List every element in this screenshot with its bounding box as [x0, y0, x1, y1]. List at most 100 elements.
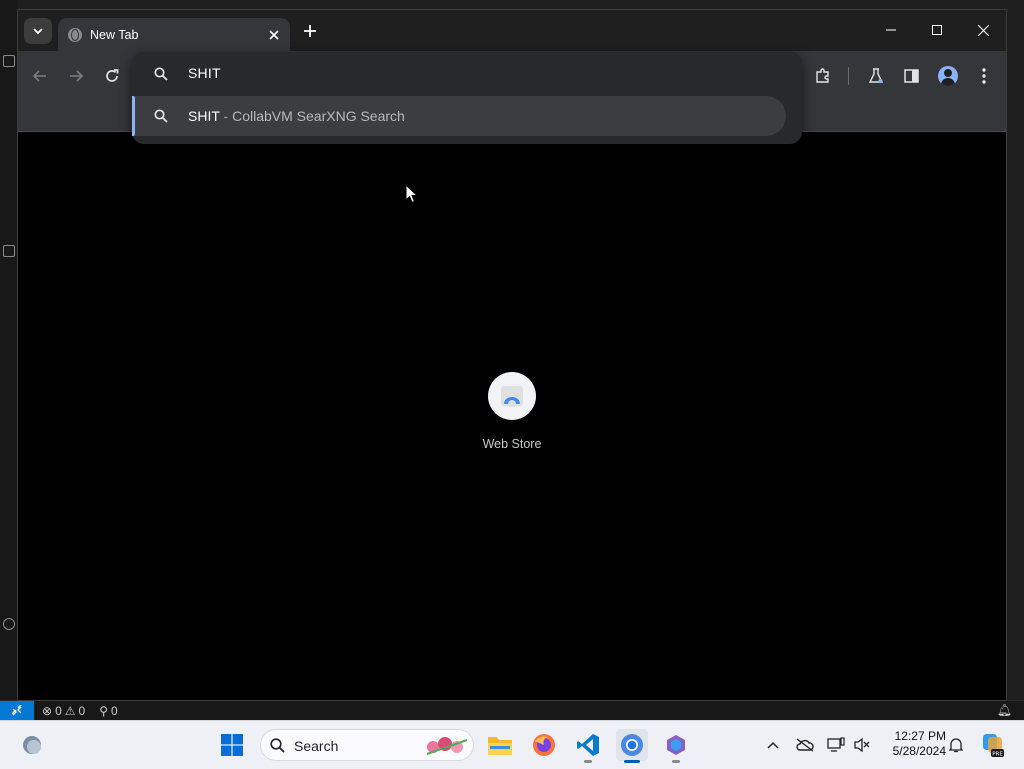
- close-window-button[interactable]: [965, 16, 1001, 44]
- vscode-button[interactable]: [572, 729, 604, 763]
- more-vert-icon: [982, 68, 986, 84]
- search-icon: [154, 109, 168, 123]
- search-icon: [270, 738, 285, 753]
- minimize-button[interactable]: [873, 16, 909, 44]
- remote-icon: [11, 705, 23, 716]
- selection-indicator: [132, 96, 135, 136]
- omnibox-input[interactable]: SHIT: [132, 52, 802, 96]
- arrow-right-icon: [70, 70, 83, 82]
- windows-logo-icon: [221, 734, 243, 756]
- warning-count: 0: [78, 704, 86, 718]
- vscode-status-bar: ⊗ 0 ⚠ 0 ⚲ 0 🔔︎: [0, 700, 1024, 721]
- new-tab-button[interactable]: [298, 20, 322, 42]
- close-tab-button[interactable]: [264, 25, 284, 45]
- clock-date: 5/28/2024: [892, 744, 946, 758]
- copilot-app-button[interactable]: [660, 729, 692, 763]
- mouse-cursor-icon: [405, 184, 419, 204]
- globe-icon: [68, 27, 82, 42]
- labs-button[interactable]: [864, 64, 888, 88]
- chrome-window: New Tab Web Store SHIT SHIT - CollabVM S…: [18, 10, 1006, 700]
- taskbar: Search 12:27 PM 5/28/2024 PRE: [0, 720, 1024, 769]
- extensions-icon[interactable]: [3, 245, 15, 257]
- side-panel-button[interactable]: [899, 64, 923, 88]
- vscode-icon: [577, 734, 599, 756]
- new-tab-page: Web Store: [18, 132, 1006, 700]
- remote-indicator-button[interactable]: [0, 701, 34, 721]
- warning-icon: ⚠: [64, 704, 76, 718]
- omnibox-suggestion[interactable]: SHIT - CollabVM SearXNG Search: [132, 96, 786, 136]
- running-indicator: [672, 760, 680, 763]
- reload-button[interactable]: [100, 64, 124, 88]
- file-explorer-button[interactable]: [484, 729, 516, 761]
- tab-new-tab[interactable]: New Tab: [58, 18, 290, 51]
- clock-time: 12:27 PM: [894, 729, 946, 743]
- error-icon: ⊗: [42, 704, 53, 718]
- puzzle-icon: [816, 68, 829, 83]
- chevron-up-icon: [767, 741, 779, 749]
- shortcut-web-store[interactable]: Web Store: [472, 372, 552, 462]
- side-panel-icon: [903, 69, 919, 83]
- chrome-icon: [621, 734, 643, 756]
- plus-icon: [304, 25, 316, 37]
- bell-icon: [949, 738, 963, 753]
- firefox-icon: [533, 734, 555, 756]
- minimize-icon: [886, 29, 896, 31]
- profile-button[interactable]: [936, 64, 960, 88]
- show-hidden-icons-button[interactable]: [763, 735, 783, 755]
- svg-text:PRE: PRE: [992, 751, 1003, 757]
- taskbar-search-label: Search: [294, 738, 339, 754]
- tab-search-button[interactable]: [24, 18, 52, 44]
- chevron-down-icon: [33, 27, 43, 34]
- menu-button[interactable]: [972, 64, 996, 88]
- taskbar-search-box[interactable]: Search: [260, 729, 474, 761]
- folder-icon: [488, 737, 512, 755]
- extensions-button[interactable]: [811, 64, 835, 88]
- maximize-icon: [932, 25, 942, 35]
- error-count: 0: [55, 704, 62, 718]
- cloud-off-icon: [796, 738, 814, 752]
- explorer-icon[interactable]: [3, 55, 15, 67]
- suggestion-query: SHIT: [188, 108, 220, 124]
- start-button[interactable]: [216, 729, 248, 761]
- suggestion-description: CollabVM SearXNG Search: [232, 108, 405, 124]
- web-store-icon: [488, 372, 536, 420]
- problems-button[interactable]: ⊗ 0 ⚠ 0: [42, 704, 85, 718]
- weather-widget-icon: [23, 736, 41, 754]
- network-icon: [827, 737, 845, 752]
- firefox-button[interactable]: [528, 729, 560, 761]
- search-icon: [154, 67, 168, 81]
- running-indicator: [584, 760, 592, 763]
- close-icon: [269, 29, 279, 40]
- ports-count: 0: [111, 704, 118, 718]
- volume-button[interactable]: [852, 735, 872, 755]
- omnibox-popup: SHIT SHIT - CollabVM SearXNG Search: [132, 52, 802, 144]
- reload-icon: [106, 69, 119, 82]
- omnibox-text: SHIT: [188, 65, 221, 81]
- suggestion-text: SHIT - CollabVM SearXNG Search: [188, 108, 405, 124]
- flask-icon: [868, 68, 884, 83]
- widgets-button[interactable]: [16, 729, 48, 761]
- chrome-button[interactable]: [616, 729, 648, 763]
- avatar: [938, 66, 958, 86]
- tab-title: New Tab: [90, 27, 139, 42]
- speaker-muted-icon: [854, 737, 870, 753]
- clock-button[interactable]: 12:27 PM 5/28/2024: [880, 729, 946, 759]
- shortcut-label: Web Store: [482, 437, 542, 451]
- account-icon[interactable]: [3, 618, 15, 630]
- ports-button[interactable]: ⚲ 0: [99, 704, 117, 718]
- forward-button[interactable]: [64, 64, 88, 88]
- copilot-button[interactable]: PRE: [976, 729, 1008, 761]
- network-button[interactable]: [826, 735, 846, 755]
- maximize-button[interactable]: [919, 16, 955, 44]
- suggestion-separator: -: [219, 108, 233, 124]
- notifications-button[interactable]: [946, 735, 966, 755]
- copilot-pre-icon: PRE: [983, 734, 1004, 757]
- search-highlight-icon: [426, 737, 468, 755]
- notifications-bell-icon[interactable]: 🔔︎: [997, 703, 1012, 717]
- back-button[interactable]: [28, 64, 52, 88]
- tab-strip: New Tab: [18, 10, 1006, 51]
- antenna-icon: ⚲: [99, 704, 108, 718]
- onedrive-button[interactable]: [795, 735, 815, 755]
- vscode-activity-bar: [0, 0, 18, 700]
- copilot-icon: [667, 735, 685, 755]
